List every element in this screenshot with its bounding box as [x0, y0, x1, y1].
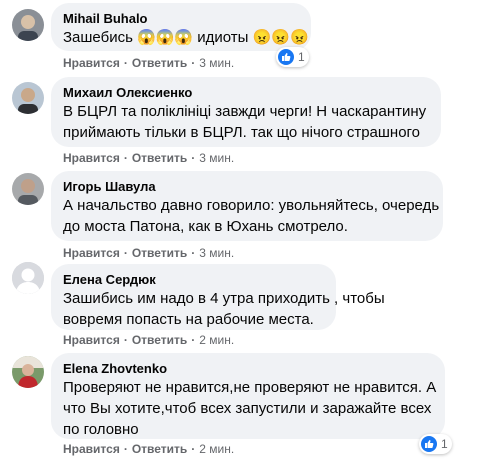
- comment-actions: Нравится · Ответить · 3 мин.: [63, 56, 235, 70]
- like-button[interactable]: Нравится: [63, 246, 120, 260]
- comment-bubble: Елена Сердюк Зашибись им надо в 4 утра п…: [51, 264, 385, 330]
- comment-author[interactable]: Елена Сердюк: [63, 272, 324, 288]
- comment-text-line: по головно: [63, 421, 139, 438]
- like-button[interactable]: Нравится: [63, 442, 120, 456]
- reply-button[interactable]: Ответить: [132, 246, 187, 260]
- avatar[interactable]: [12, 356, 44, 388]
- comment-bubble: Mihail Buhalo Зашебись 😱😱😱 идиоты 😠😠😠: [51, 3, 311, 51]
- comment-text-line: что Вы хотите,чтоб всех запустили и зара…: [63, 400, 432, 417]
- like-button[interactable]: Нравится: [63, 56, 120, 70]
- reaction-badge[interactable]: 1: [419, 434, 452, 454]
- comment-bubble: Elena Zhovtenko Проверяют не нравится,не…: [51, 353, 445, 439]
- comment-text-line: Зашибись им надо в 4 утра приходить , чт…: [63, 290, 385, 307]
- comment-text-line: А начальство давно говорило: увольняйтес…: [63, 197, 440, 214]
- comment-actions: Нравится · Ответить · 2 мин.: [63, 442, 235, 456]
- like-button[interactable]: Нравится: [63, 333, 120, 347]
- comment-author[interactable]: Elena Zhovtenko: [63, 361, 433, 377]
- comment-text-line: В БЦРЛ та поліклініці завжди черги! Н ча…: [63, 103, 427, 120]
- avatar[interactable]: [12, 173, 44, 205]
- timestamp[interactable]: 3 мин.: [199, 56, 234, 70]
- avatar[interactable]: [12, 262, 44, 294]
- reply-button[interactable]: Ответить: [132, 151, 187, 165]
- timestamp[interactable]: 3 мин.: [199, 246, 234, 260]
- timestamp[interactable]: 2 мин.: [199, 333, 234, 347]
- comment-author[interactable]: Михаил Олексиенко: [63, 85, 429, 101]
- avatar[interactable]: [12, 9, 44, 41]
- comment-bubble: Игорь Шавула А начальство давно говорило…: [51, 171, 443, 241]
- like-icon: [278, 49, 294, 65]
- comment-text: Зашебись 😱😱😱 идиоты 😠😠😠: [63, 29, 309, 46]
- comment-text-line: вовремя попасть на рабочие места.: [63, 311, 314, 328]
- comment-bubble: Михаил Олексиенко В БЦРЛ та поліклініці …: [51, 77, 441, 147]
- comment-text-line: до моста Патона, как в Юхань смотрело.: [63, 218, 348, 235]
- comment-author[interactable]: Игорь Шавула: [63, 179, 431, 195]
- reply-button[interactable]: Ответить: [132, 333, 187, 347]
- reaction-count: 1: [298, 50, 305, 64]
- comment-text-line: приймають тільки в БЦРЛ. так що нічого с…: [63, 124, 421, 141]
- comment-author[interactable]: Mihail Buhalo: [63, 11, 299, 27]
- comment-actions: Нравится · Ответить · 2 мин.: [63, 333, 235, 347]
- avatar[interactable]: [12, 82, 44, 114]
- comment-text-line: Проверяют не нравится,не проверяют не нр…: [63, 379, 437, 396]
- like-button[interactable]: Нравится: [63, 151, 120, 165]
- reaction-badge[interactable]: 1: [276, 47, 309, 67]
- comment-actions: Нравится · Ответить · 3 мин.: [63, 151, 235, 165]
- timestamp[interactable]: 2 мин.: [199, 442, 234, 456]
- reply-button[interactable]: Ответить: [132, 442, 187, 456]
- like-icon: [421, 436, 437, 452]
- reply-button[interactable]: Ответить: [132, 56, 187, 70]
- reaction-count: 1: [441, 437, 448, 451]
- comment-actions: Нравится · Ответить · 3 мин.: [63, 246, 235, 260]
- timestamp[interactable]: 3 мин.: [199, 151, 234, 165]
